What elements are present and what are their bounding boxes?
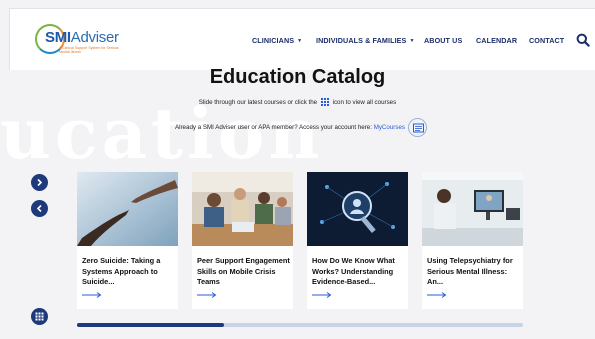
nav-individuals-families-label: INDIVIDUALS & FAMILIES — [316, 36, 407, 45]
course-list-icon[interactable] — [408, 118, 427, 137]
course-title[interactable]: Peer Support Engagement Skills on Mobile… — [197, 256, 291, 288]
nav-calendar[interactable]: CALENDAR — [476, 36, 517, 45]
course-image-telepsychiatry — [422, 172, 523, 246]
page-title: Education Catalog — [209, 66, 386, 88]
logo-tagline: A Clinical Support System for Serious Me… — [59, 46, 119, 54]
chevron-down-icon: ▼ — [297, 38, 303, 44]
nav-clinicians[interactable]: CLINICIANS ▼ — [252, 36, 302, 45]
grid-icon — [320, 98, 329, 106]
mycourses-link[interactable]: MyCourses — [374, 124, 405, 131]
page: { "brand": { "logo_smi": "SMI", "logo_ad… — [0, 0, 595, 339]
nav-about-us-label: ABOUT US — [424, 36, 463, 45]
site-header: SMIAdviser A Clinical Support System for… — [9, 8, 595, 70]
nav-about-us[interactable]: ABOUT US — [424, 36, 462, 45]
chevron-down-icon: ▼ — [409, 38, 415, 44]
subtitle-text-before: Slide through our latest courses or clic… — [198, 99, 318, 106]
member-access-text: Already a SMI Adviser user or APA member… — [175, 124, 405, 131]
chevron-left-icon — [36, 204, 42, 213]
logo-adviser: Adviser — [70, 29, 119, 46]
arrow-right-icon[interactable] — [427, 292, 447, 298]
member-prompt: Already a SMI Adviser user or APA member… — [175, 124, 372, 131]
catalog-subtitle: Slide through our latest courses or clic… — [0, 98, 595, 106]
nav-individuals-families[interactable]: INDIVIDUALS & FAMILIES ▼ — [316, 36, 415, 45]
view-all-courses-button[interactable] — [31, 308, 48, 325]
nav-contact-label: CONTACT — [529, 36, 565, 45]
course-image-hands — [77, 172, 178, 246]
logo-smi: SMI — [45, 29, 71, 46]
course-card[interactable]: Using Telepsychiatry for Serious Mental … — [422, 172, 523, 309]
carousel-prev-button[interactable] — [31, 200, 48, 217]
subtitle-text-after: icon to view all courses — [332, 99, 397, 106]
course-image-team-meeting — [192, 172, 293, 246]
course-card[interactable]: Peer Support Engagement Skills on Mobile… — [192, 172, 293, 309]
course-title[interactable]: How Do We Know What Works? Understanding… — [312, 256, 406, 288]
nav-contact[interactable]: CONTACT — [529, 36, 564, 45]
carousel-scrollbar[interactable] — [77, 323, 523, 327]
arrow-right-icon[interactable] — [197, 292, 217, 298]
grid-icon — [35, 312, 44, 321]
arrow-right-icon[interactable] — [312, 292, 332, 298]
course-title[interactable]: Using Telepsychiatry for Serious Mental … — [427, 256, 521, 288]
arrow-right-icon[interactable] — [82, 292, 102, 298]
carousel-next-button[interactable] — [31, 174, 48, 191]
course-image-magnifier — [307, 172, 408, 246]
carousel-scrollbar-thumb[interactable] — [77, 323, 225, 327]
course-card[interactable]: How Do We Know What Works? Understanding… — [307, 172, 408, 309]
background-watermark-word: ucation — [0, 92, 324, 175]
search-icon[interactable] — [576, 33, 590, 47]
nav-clinicians-label: CLINICIANS — [252, 36, 295, 45]
smi-adviser-logo[interactable]: SMIAdviser A Clinical Support System for… — [35, 24, 125, 56]
chevron-right-icon — [37, 178, 43, 187]
course-title[interactable]: Zero Suicide: Taking a Systems Approach … — [82, 256, 176, 288]
nav-calendar-label: CALENDAR — [476, 36, 518, 45]
course-card[interactable]: Zero Suicide: Taking a Systems Approach … — [77, 172, 178, 309]
